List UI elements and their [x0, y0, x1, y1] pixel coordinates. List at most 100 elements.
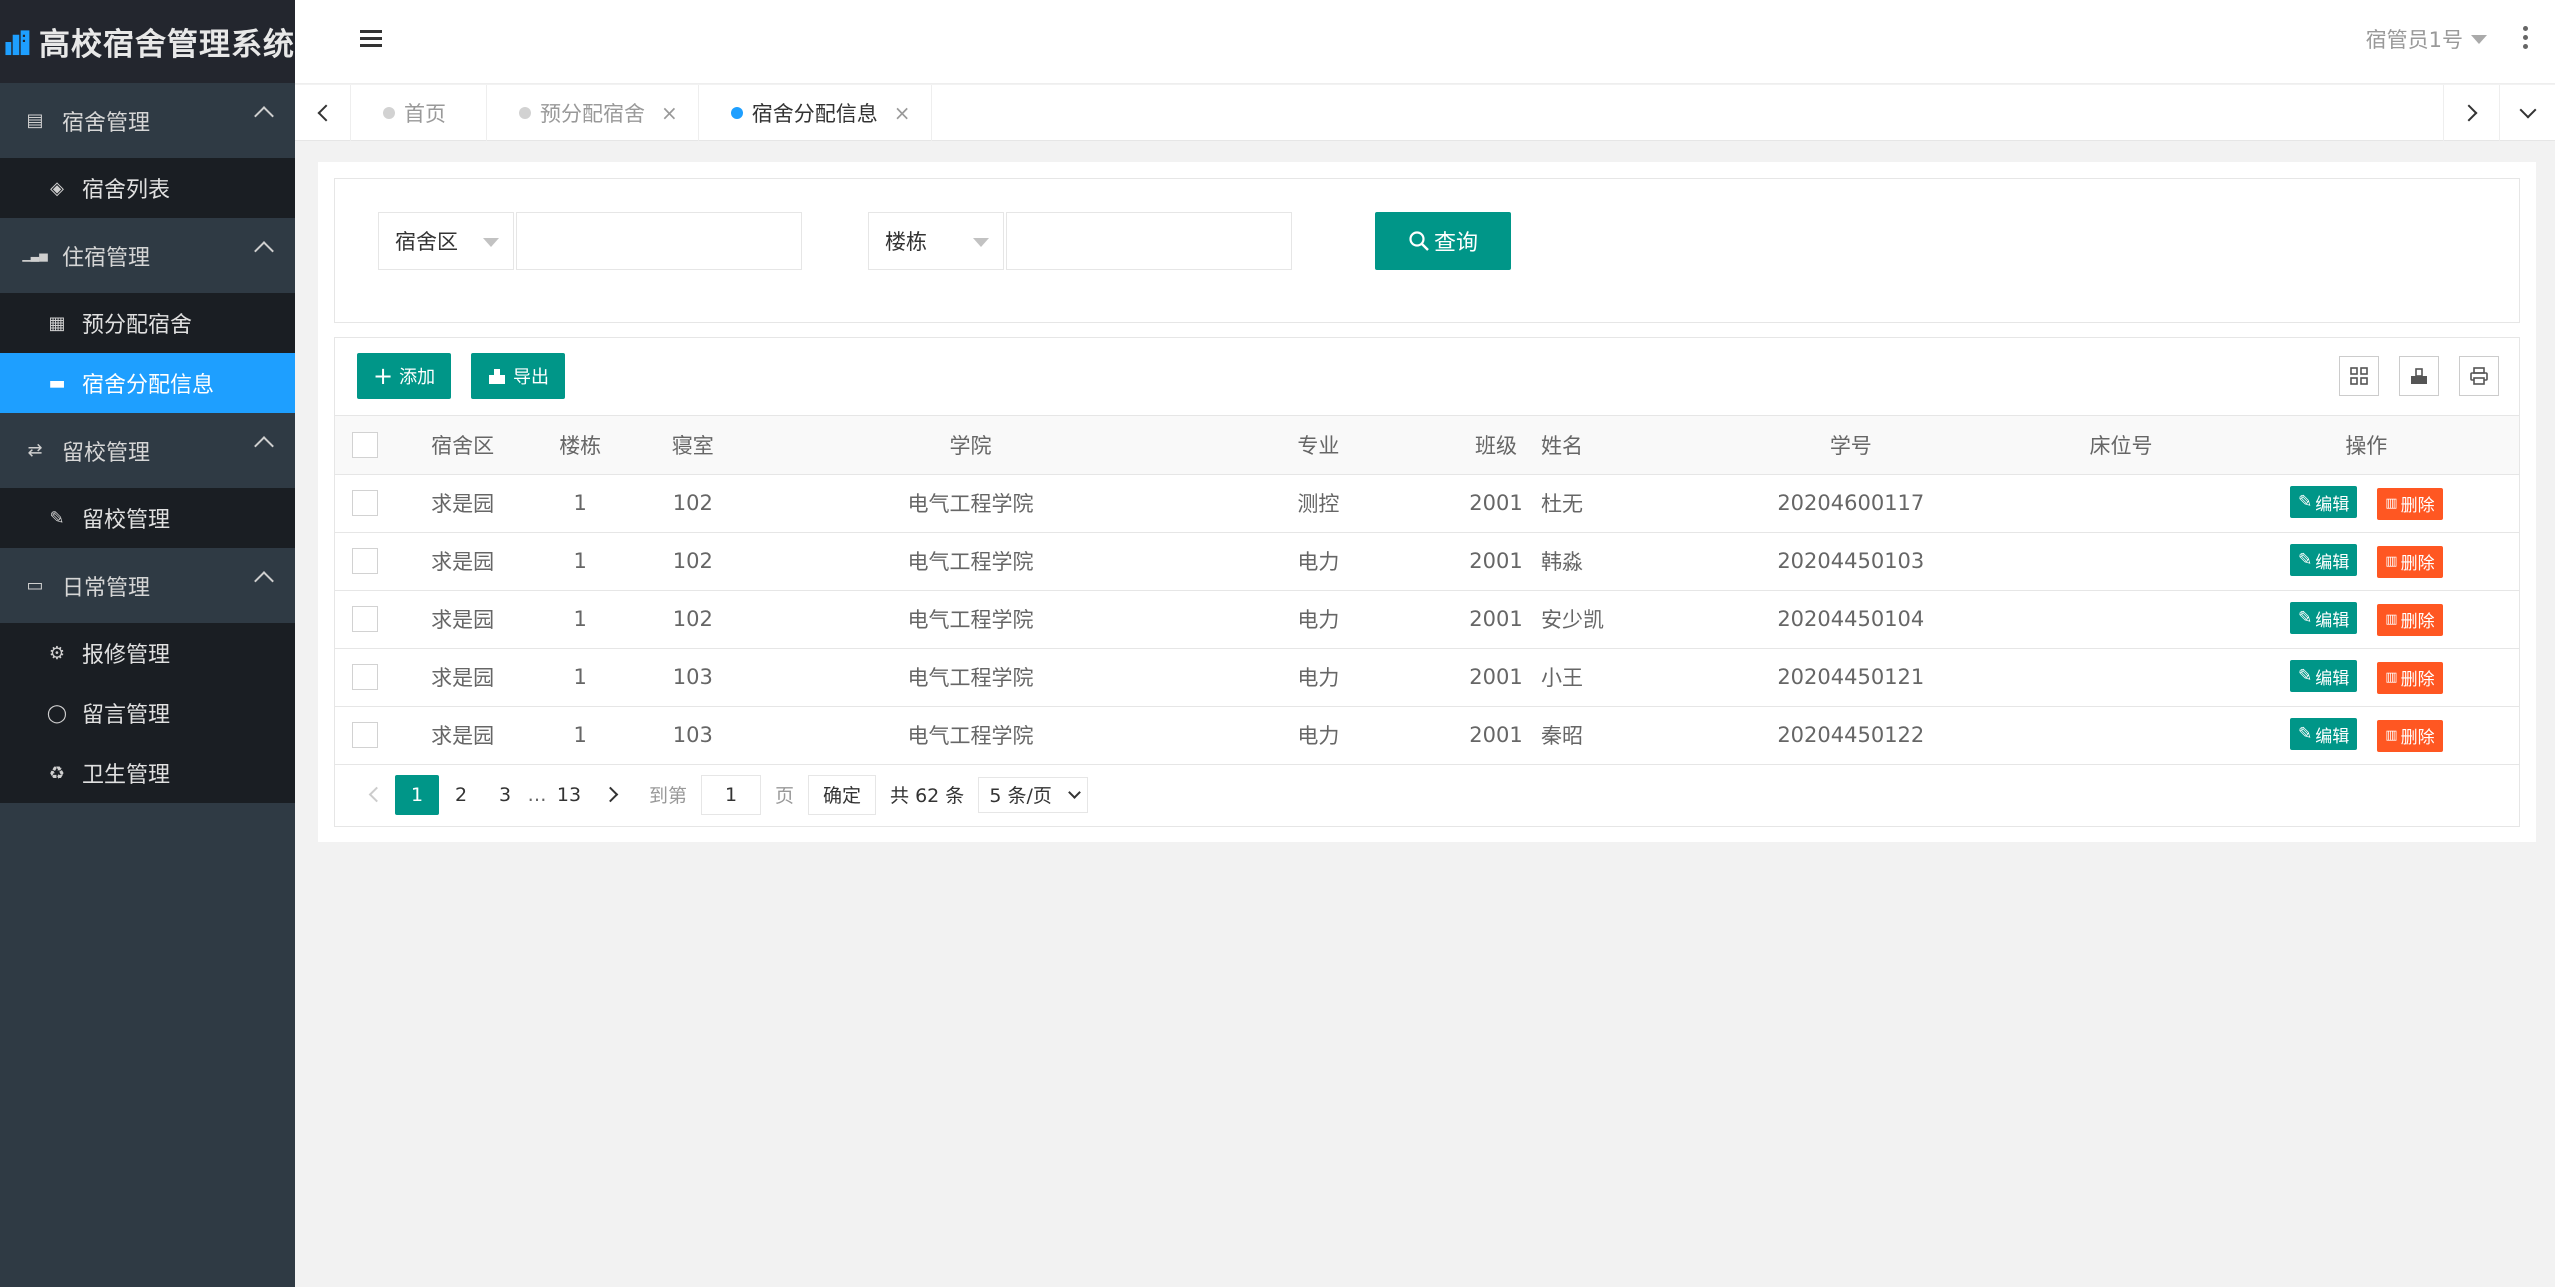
caret-down-icon — [973, 238, 989, 247]
table-cell: 102 — [630, 590, 756, 649]
goto-confirm-label: 确定 — [823, 785, 862, 807]
more-vertical-icon[interactable] — [2523, 26, 2529, 49]
delete-button[interactable]: ▥ 删除 — [2377, 487, 2443, 520]
table-cell: 1 — [530, 648, 631, 707]
table-cell: 2001 — [1450, 706, 1542, 765]
table-cell: 秦昭 — [1541, 706, 1674, 765]
table-cell: 电气工程学院 — [755, 648, 1186, 707]
export-button[interactable]: 导出 — [471, 353, 565, 399]
select-all-checkbox[interactable] — [352, 431, 379, 458]
page-button[interactable]: 1 — [395, 774, 439, 815]
sidebar-item-3-1[interactable]: ◯ 留言管理 — [0, 683, 295, 743]
tab-label: 宿舍分配信息 — [751, 102, 878, 126]
pencil-icon: ✎ — [2298, 666, 2313, 687]
sidebar-item-3-2[interactable]: ♻ 卫生管理 — [0, 743, 295, 803]
area-input[interactable] — [516, 212, 802, 270]
page-button[interactable]: 13 — [547, 775, 591, 815]
tab-menu-button[interactable] — [2499, 85, 2555, 141]
columns-filter-icon[interactable] — [2339, 356, 2379, 396]
page-button[interactable]: 3 — [483, 775, 527, 815]
row-checkbox[interactable] — [352, 722, 379, 748]
print-icon[interactable] — [2459, 356, 2499, 396]
tab-2[interactable]: 宿舍分配信息 × — [699, 85, 932, 141]
menu-toggle-icon[interactable] — [360, 30, 382, 50]
tab-dot-icon — [383, 107, 395, 119]
page-next-button[interactable] — [591, 775, 635, 815]
export-icon — [489, 369, 505, 384]
page-prev-button[interactable] — [351, 775, 395, 815]
row-select-cell[interactable] — [335, 474, 396, 533]
id-card-icon: ▦ — [48, 312, 66, 334]
edit-button[interactable]: ✎ 编辑 — [2290, 660, 2358, 693]
goto-page-input[interactable]: 1 — [701, 774, 762, 815]
edit-button[interactable]: ✎ 编辑 — [2290, 486, 2358, 519]
close-icon[interactable]: × — [661, 101, 678, 125]
caret-down-icon — [483, 238, 499, 247]
table-cell: 20204450122 — [1673, 706, 2029, 765]
sidebar-item-label: 宿舍列表 — [82, 178, 171, 203]
trash-icon: ▥ — [2385, 496, 2398, 512]
delete-button[interactable]: ▥ 删除 — [2377, 545, 2443, 578]
tab-1[interactable]: 预分配宿舍 × — [487, 85, 699, 141]
header-select-all[interactable] — [335, 416, 396, 475]
row-select-cell[interactable] — [335, 532, 396, 591]
nav-group-3[interactable]: ▭ 日常管理 — [0, 548, 295, 623]
delete-button[interactable]: ▥ 删除 — [2377, 661, 2443, 694]
add-button-label: 添加 — [399, 367, 436, 388]
total-count: 共 62 条 — [890, 785, 965, 807]
user-name: 宿管员1号 — [2365, 28, 2463, 52]
table-cell: 1 — [530, 590, 631, 649]
sidebar-item-1-0[interactable]: ▦ 预分配宿舍 — [0, 293, 295, 353]
table-cell: 测控 — [1185, 474, 1451, 533]
close-icon[interactable]: × — [894, 101, 911, 125]
goto-confirm-button[interactable]: 确定 — [808, 774, 877, 815]
row-checkbox[interactable] — [352, 548, 379, 574]
sidebar-item-label: 预分配宿舍 — [82, 313, 193, 338]
sidebar-item-0-0[interactable]: ◈ 宿舍列表 — [0, 158, 295, 218]
building-select[interactable]: 楼栋 — [868, 212, 1004, 270]
delete-button-label: 删除 — [2400, 496, 2435, 517]
tab-dot-icon — [519, 107, 531, 119]
goto-prefix: 到第 — [649, 785, 688, 807]
nav-group-0[interactable]: ▤ 宿舍管理 — [0, 83, 295, 158]
pencil-icon: ✎ — [2298, 550, 2313, 571]
delete-button-label: 删除 — [2400, 670, 2435, 691]
table-cell: 2001 — [1450, 648, 1542, 707]
delete-button[interactable]: ▥ 删除 — [2377, 603, 2443, 636]
tab-list: 首页 预分配宿舍 × 宿舍分配信息 × — [351, 85, 932, 141]
tab-0[interactable]: 首页 — [351, 85, 487, 141]
row-select-cell[interactable] — [335, 590, 396, 649]
row-checkbox[interactable] — [352, 606, 379, 632]
signal-icon: ▁▃▅ — [22, 249, 48, 262]
nav-group-1[interactable]: ▁▃▅ 住宿管理 — [0, 218, 295, 293]
row-checkbox[interactable] — [352, 664, 379, 690]
tab-next-button[interactable] — [2443, 85, 2499, 141]
tab-prev-button[interactable] — [295, 85, 351, 141]
nav-group-label: 宿舍管理 — [62, 110, 151, 136]
edit-button-label: 编辑 — [2315, 726, 2350, 747]
nav-group-2[interactable]: ⇄ 留校管理 — [0, 413, 295, 488]
row-select-cell[interactable] — [335, 648, 396, 707]
edit-button[interactable]: ✎ 编辑 — [2290, 544, 2358, 577]
sidebar-item-3-0[interactable]: ⚙ 报修管理 — [0, 623, 295, 683]
column-header-0: 宿舍区 — [395, 416, 531, 475]
table-cell — [2028, 474, 2214, 533]
search-button[interactable]: 查询 — [1375, 212, 1511, 270]
edit-button[interactable]: ✎ 编辑 — [2290, 602, 2358, 635]
edit-button[interactable]: ✎ 编辑 — [2290, 718, 2358, 751]
page-size-select[interactable]: 5 条/页 — [978, 776, 1088, 813]
sidebar-item-1-1[interactable]: ▬ 宿舍分配信息 — [0, 353, 295, 413]
row-checkbox[interactable] — [352, 490, 379, 516]
chevron-up-icon — [254, 106, 274, 126]
building-input[interactable] — [1006, 212, 1292, 270]
row-select-cell[interactable] — [335, 706, 396, 765]
area-select[interactable]: 宿舍区 — [378, 212, 514, 270]
sidebar-item-2-0[interactable]: ✎ 留校管理 — [0, 488, 295, 548]
table-cell — [2028, 532, 2214, 591]
user-menu[interactable]: 宿管员1号 — [2366, 24, 2487, 54]
page-button[interactable]: 2 — [439, 775, 483, 815]
chat-icon: ◯ — [46, 702, 68, 724]
export-table-icon[interactable] — [2399, 356, 2439, 396]
add-button[interactable]: + 添加 — [357, 353, 452, 399]
delete-button[interactable]: ▥ 删除 — [2377, 719, 2443, 752]
